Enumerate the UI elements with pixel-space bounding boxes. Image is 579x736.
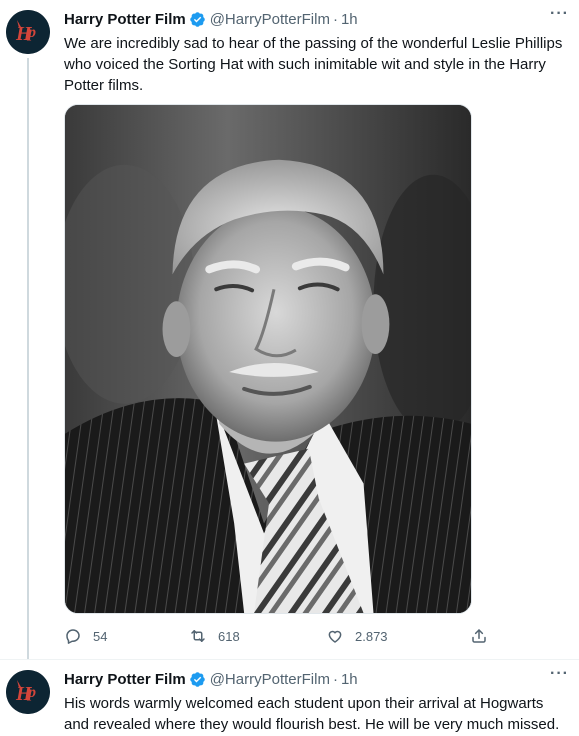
share-icon: [472, 629, 486, 643]
handle[interactable]: @HarryPotterFilm: [210, 671, 330, 688]
timestamp[interactable]: 1h: [341, 671, 358, 688]
share-button[interactable]: [470, 625, 488, 647]
separator-dot: ·: [332, 10, 338, 28]
more-icon[interactable]: ···: [550, 665, 569, 683]
reply-count: 54: [93, 628, 108, 644]
more-icon[interactable]: ···: [550, 5, 569, 23]
like-count: 2.873: [355, 628, 388, 644]
svg-text:p: p: [26, 684, 36, 701]
tweet-header: Harry Potter Film @HarryPotterFilm · 1h …: [64, 665, 569, 689]
reply-button[interactable]: 54: [64, 625, 107, 647]
display-name[interactable]: Harry Potter Film: [64, 671, 186, 688]
tweet-header: Harry Potter Film @HarryPotterFilm · 1h …: [64, 5, 569, 29]
thread-line: [27, 58, 29, 660]
tweet-photo[interactable]: [64, 104, 472, 614]
tweet[interactable]: H p Harry Potter Film @HarryPotterFilm ·…: [0, 0, 579, 660]
tweet-actions: 54 618 2.873: [64, 625, 490, 647]
portrait-image: [65, 105, 471, 613]
verified-badge-icon: [189, 671, 205, 687]
tweet[interactable]: H p Harry Potter Film @HarryPotterFilm ·…: [0, 660, 579, 736]
reply-icon: [66, 629, 80, 644]
display-name[interactable]: Harry Potter Film: [64, 11, 186, 28]
avatar[interactable]: H p: [6, 670, 50, 714]
avatar[interactable]: H p: [6, 10, 50, 54]
separator-dot: ·: [332, 670, 338, 688]
retweet-count: 618: [218, 628, 240, 644]
tweet-text: His words warmly welcomed each student u…: [64, 695, 560, 733]
timestamp[interactable]: 1h: [341, 11, 358, 28]
heart-icon: [328, 630, 342, 643]
svg-text:p: p: [26, 24, 36, 41]
hp-logo-icon: H p: [6, 670, 50, 714]
verified-badge-icon: [189, 11, 205, 27]
tweet-text: We are incredibly sad to hear of the pas…: [64, 35, 563, 94]
hp-logo-icon: H p: [6, 10, 50, 54]
like-button[interactable]: 2.873: [326, 625, 388, 647]
handle[interactable]: @HarryPotterFilm: [210, 11, 330, 28]
retweet-button[interactable]: 618: [189, 625, 240, 647]
retweet-icon: [191, 630, 205, 642]
